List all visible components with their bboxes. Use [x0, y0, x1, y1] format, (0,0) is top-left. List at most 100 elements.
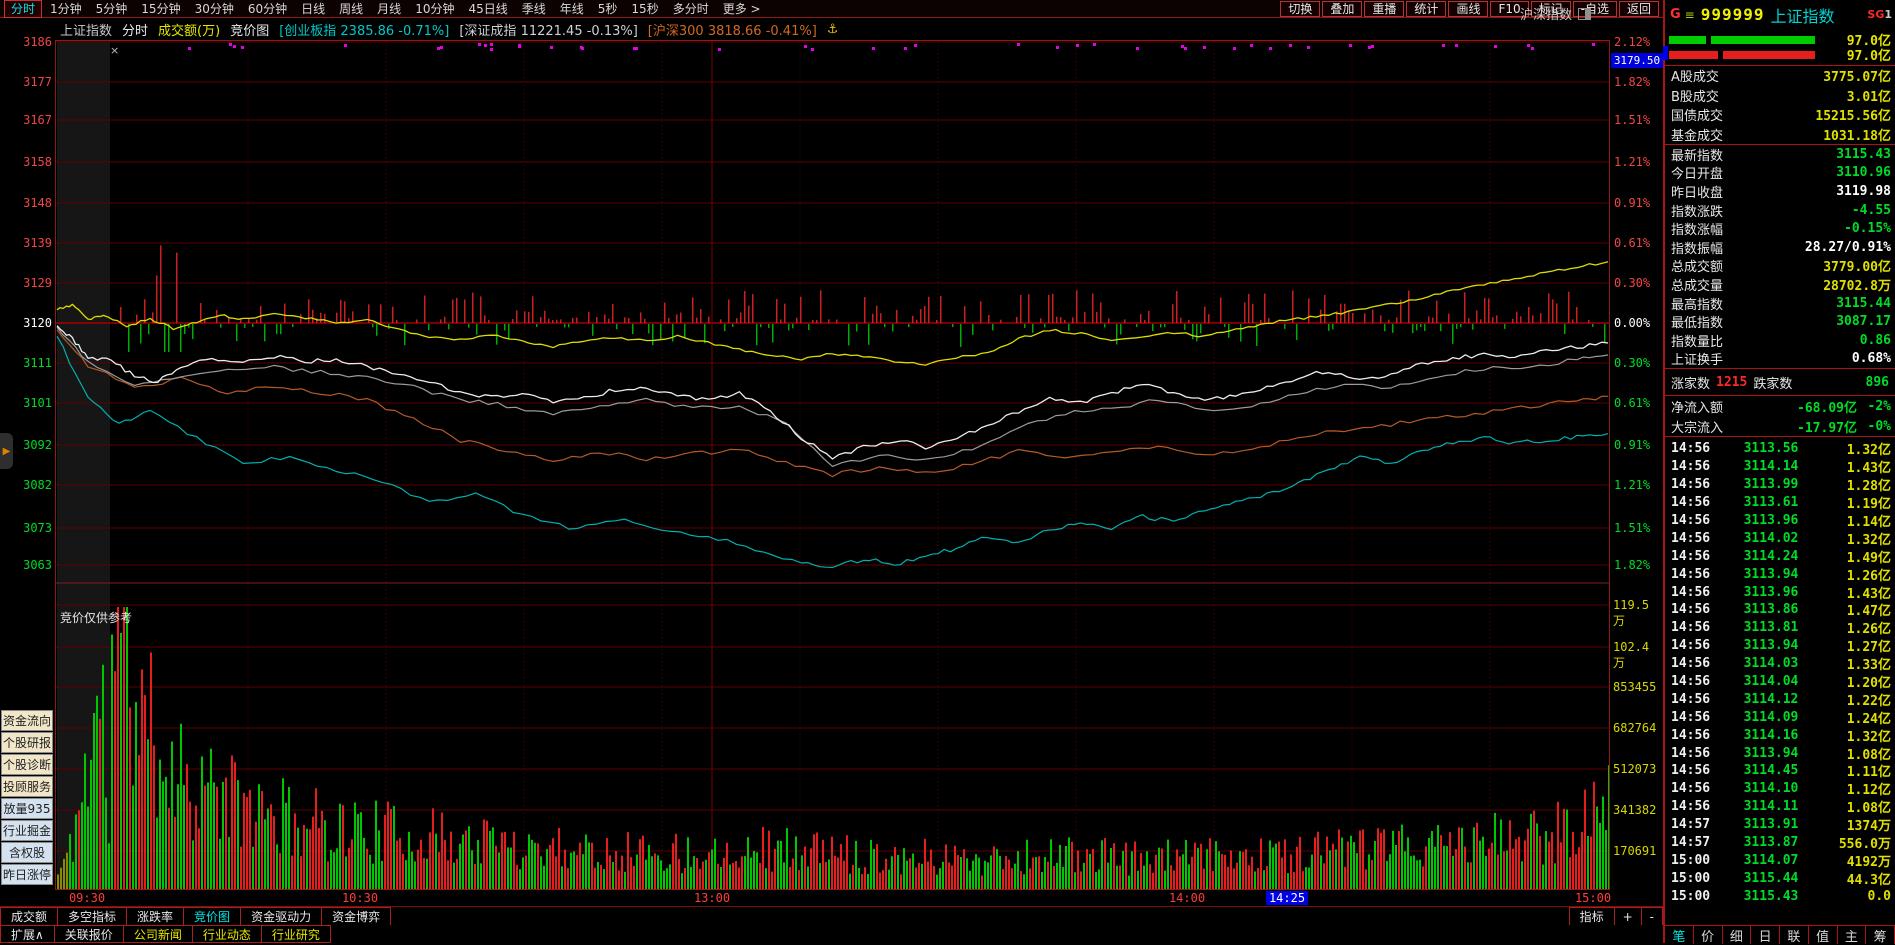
- tick-row[interactable]: 14:56 3114.14 1.43亿: [1665, 458, 1895, 476]
- shortcut-4[interactable]: 放量935: [1, 798, 53, 819]
- indicator-tab-4[interactable]: 资金驱动力: [241, 907, 323, 926]
- period-item-12[interactable]: 年线: [554, 1, 590, 17]
- info-tab-0[interactable]: 扩展∧: [0, 925, 55, 943]
- tool-button-4[interactable]: 画线: [1448, 0, 1489, 17]
- tick-row[interactable]: 15:00 3114.07 4192万: [1665, 851, 1895, 870]
- tick-row[interactable]: 14:56 3114.45 1.11亿: [1665, 762, 1895, 780]
- info-tab-4[interactable]: 行业研究: [261, 925, 331, 943]
- tick-row[interactable]: 14:56 3114.09 1.24亿: [1665, 708, 1895, 727]
- panel-tab-主[interactable]: 主: [1838, 926, 1867, 945]
- tick-row[interactable]: 14:56 3113.86 1.47亿: [1665, 601, 1895, 619]
- info-tab-3[interactable]: 行业动态: [192, 925, 262, 943]
- volume-bar: [318, 828, 320, 890]
- indicator-tab-1[interactable]: 多空指标: [58, 907, 128, 926]
- indicator-tab-2[interactable]: 涨跌率: [127, 907, 185, 926]
- shortcut-0[interactable]: 资金流向: [1, 710, 53, 731]
- period-item-1[interactable]: 1分钟: [44, 1, 88, 17]
- tool-button-8[interactable]: 返回: [1618, 0, 1659, 17]
- volume-bar: [183, 785, 185, 890]
- period-item-7[interactable]: 周线: [333, 1, 369, 17]
- tick-row[interactable]: 14:56 3113.96 1.43亿: [1665, 583, 1895, 602]
- tick-row[interactable]: 14:56 3114.10 1.12亿: [1665, 780, 1895, 798]
- panel-tab-细[interactable]: 细: [1723, 926, 1752, 945]
- volume-bar: [132, 785, 134, 890]
- tick-row[interactable]: 14:56 3113.96 1.14亿: [1665, 512, 1895, 530]
- shortcut-6[interactable]: 含权股: [1, 842, 53, 863]
- indicator-tab-0[interactable]: 成交额: [0, 907, 59, 926]
- panel-tab-值[interactable]: 值: [1809, 926, 1838, 945]
- tick-row[interactable]: 14:56 3113.94 1.27亿: [1665, 637, 1895, 655]
- period-item-11[interactable]: 季线: [516, 1, 552, 17]
- tick-row[interactable]: 14:56 3114.02 1.32亿: [1665, 529, 1895, 548]
- tick-row[interactable]: 14:57 3113.91 1374万: [1665, 816, 1895, 834]
- period-item-5[interactable]: 60分钟: [242, 1, 293, 17]
- period-item-0[interactable]: 分时: [4, 0, 43, 18]
- volume-bar: [1329, 850, 1331, 890]
- info-tab-1[interactable]: 关联报价: [54, 925, 124, 943]
- indicator-tab-3[interactable]: 竞价图: [184, 907, 242, 926]
- period-item-15[interactable]: 多分时: [667, 1, 715, 17]
- volume-bar: [1416, 860, 1418, 890]
- panel-tab-日[interactable]: 日: [1751, 926, 1780, 945]
- tick-list[interactable]: 14:56 3113.56 1.32亿 14:56 3114.14 1.43亿 14:56 3…: [1665, 440, 1895, 905]
- tool-button-3[interactable]: 统计: [1406, 0, 1447, 17]
- shortcut-7[interactable]: 昨日涨停: [1, 864, 53, 885]
- volume-bar: [306, 828, 308, 890]
- hamburger-icon[interactable]: ≡: [1685, 8, 1695, 22]
- period-item-2[interactable]: 5分钟: [90, 1, 134, 17]
- panel-tab-筹[interactable]: 筹: [1866, 926, 1895, 945]
- tool-button-1[interactable]: 叠加: [1322, 0, 1363, 17]
- tick-row[interactable]: 14:56 3114.11 1.08亿: [1665, 798, 1895, 816]
- period-item-4[interactable]: 30分钟: [189, 1, 240, 17]
- minute-amount-bar: [876, 305, 878, 323]
- tick-row[interactable]: 14:57 3113.87 556.0万: [1665, 834, 1895, 852]
- panel-tab-价[interactable]: 价: [1694, 926, 1723, 945]
- tick-row[interactable]: 14:56 3113.94 1.08亿: [1665, 744, 1895, 763]
- tick-row[interactable]: 14:56 3113.99 1.28亿: [1665, 476, 1895, 494]
- tick-row[interactable]: 14:56 3113.56 1.32亿: [1665, 440, 1895, 458]
- tick-row[interactable]: 14:56 3113.94 1.26亿: [1665, 565, 1895, 584]
- tick-row[interactable]: 14:56 3114.03 1.33亿: [1665, 655, 1895, 673]
- indicator-tab-5[interactable]: 资金博弈: [322, 907, 392, 926]
- tick-row[interactable]: 14:56 3113.61 1.19亿: [1665, 494, 1895, 512]
- volume-bar: [1290, 854, 1292, 890]
- signal-dot: [1592, 43, 1595, 46]
- info-tab-2[interactable]: 公司新闻: [123, 925, 193, 943]
- period-item-8[interactable]: 月线: [371, 1, 407, 17]
- period-item-13[interactable]: 5秒: [592, 1, 624, 17]
- zoom-in-button[interactable]: +: [1614, 907, 1642, 926]
- close-icon[interactable]: ×: [110, 44, 119, 57]
- tick-row[interactable]: 14:56 3114.24 1.49亿: [1665, 547, 1895, 566]
- volume-bar: [693, 856, 695, 890]
- intraday-chart[interactable]: [55, 40, 1610, 890]
- tick-row[interactable]: 14:56 3114.04 1.20亿: [1665, 673, 1895, 691]
- tick-row[interactable]: 14:56 3113.81 1.26亿: [1665, 619, 1895, 637]
- zoom-out-button[interactable]: -: [1641, 907, 1663, 926]
- period-item-3[interactable]: 15分钟: [135, 1, 186, 17]
- period-item-9[interactable]: 10分钟: [409, 1, 460, 17]
- panel-tab-笔[interactable]: 笔: [1665, 926, 1694, 945]
- price-tick: 3092: [23, 438, 52, 452]
- volume-bar: [1467, 862, 1469, 890]
- shortcut-2[interactable]: 个股诊断: [1, 754, 53, 775]
- tick-row[interactable]: 15:00 3115.43 0.0: [1665, 887, 1895, 905]
- shortcut-1[interactable]: 个股研报: [1, 732, 53, 753]
- shortcut-5[interactable]: 行业掘金: [1, 820, 53, 841]
- indicator-button[interactable]: 指标: [1568, 907, 1615, 926]
- tick-row[interactable]: 14:56 3114.16 1.32亿: [1665, 726, 1895, 745]
- volume-bar: [528, 834, 530, 890]
- tool-button-0[interactable]: 切换: [1280, 0, 1321, 17]
- minute-amount-bar: [240, 319, 242, 323]
- period-item-6[interactable]: 日线: [295, 1, 331, 17]
- tick-row[interactable]: 15:00 3115.44 44.3亿: [1665, 869, 1895, 888]
- index-overlay-selector[interactable]: 沪深指数: [1520, 4, 1592, 23]
- volume-bar: [1581, 831, 1583, 890]
- panel-tab-联[interactable]: 联: [1780, 926, 1809, 945]
- tool-button-2[interactable]: 重播: [1364, 0, 1405, 17]
- sidebar-expand-arrow[interactable]: ▶: [0, 433, 13, 469]
- shortcut-3[interactable]: 投顾服务: [1, 776, 53, 797]
- period-item-16[interactable]: 更多 >: [717, 1, 767, 17]
- tick-row[interactable]: 14:56 3114.12 1.22亿: [1665, 690, 1895, 709]
- period-item-10[interactable]: 45日线: [462, 1, 513, 17]
- period-item-14[interactable]: 15秒: [625, 1, 664, 17]
